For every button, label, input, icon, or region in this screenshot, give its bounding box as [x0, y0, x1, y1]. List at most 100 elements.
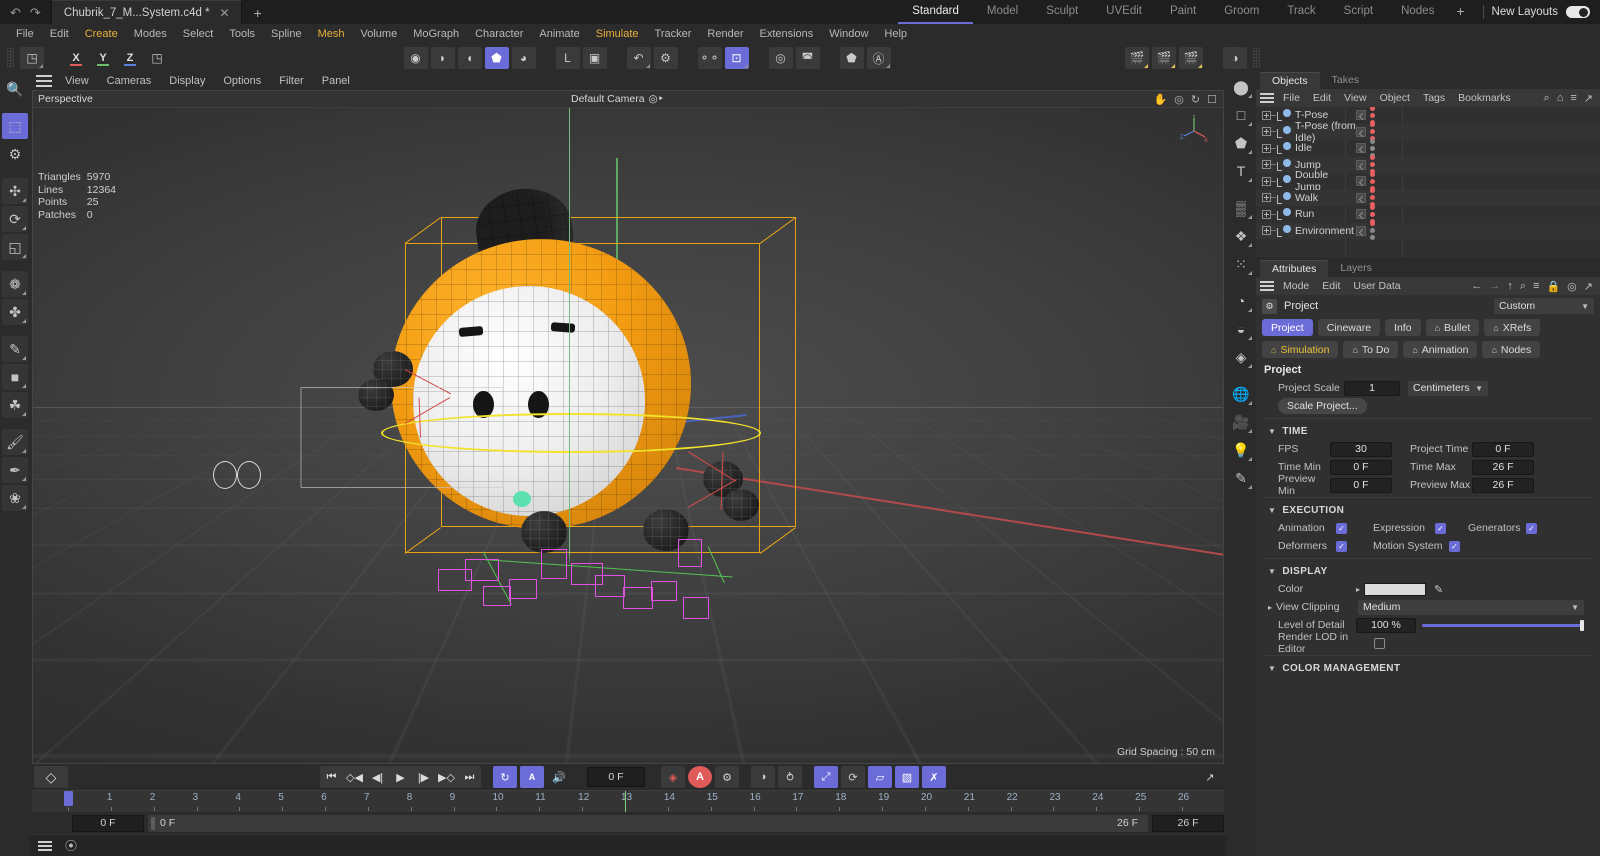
- project-time-field[interactable]: 0 F: [1472, 441, 1534, 457]
- sculpt-brush-tool[interactable]: ☘: [2, 392, 28, 418]
- object-row[interactable]: Double Jump: [1256, 169, 1600, 193]
- camera-icon[interactable]: ◎‣: [649, 93, 664, 105]
- environment-icon[interactable]: 🌐: [1228, 381, 1254, 407]
- tag-icon[interactable]: [1356, 225, 1366, 236]
- project-scale-unit-dropdown[interactable]: Centimeters ▼: [1408, 380, 1488, 396]
- keyframe-selection-button[interactable]: ⚙: [715, 766, 739, 788]
- expand-icon[interactable]: [1262, 176, 1271, 186]
- tag-icon[interactable]: [1356, 143, 1366, 154]
- menu-mesh[interactable]: Mesh: [310, 24, 353, 44]
- preset-dropdown[interactable]: Custom ▼: [1494, 298, 1594, 314]
- layout-tab-model[interactable]: Model: [973, 0, 1032, 24]
- render-region-icon[interactable]: ⬟: [839, 47, 864, 69]
- layout-tab-nodes[interactable]: Nodes: [1387, 0, 1448, 24]
- pan-icon[interactable]: ✋: [1154, 93, 1168, 106]
- dynamic-place-tool[interactable]: ❁: [2, 271, 28, 297]
- maximize-view-icon[interactable]: ☐: [1207, 93, 1217, 106]
- timeline-curve-icon[interactable]: ↗: [1198, 766, 1222, 788]
- menu-edit[interactable]: Edit: [42, 24, 77, 44]
- layout-tab-paint[interactable]: Paint: [1156, 0, 1210, 24]
- forward-arrow-icon[interactable]: →: [1489, 280, 1500, 293]
- axis-y-icon[interactable]: Y: [91, 47, 115, 69]
- world-object-axis-icon[interactable]: ◳: [145, 47, 169, 69]
- attribute-chip-to-do[interactable]: ⌂ To Do: [1343, 341, 1399, 358]
- menu-extensions[interactable]: Extensions: [751, 24, 821, 44]
- attribute-chip-simulation[interactable]: ⌂ Simulation: [1262, 341, 1339, 358]
- enable-axis-icon[interactable]: ↶: [626, 47, 651, 69]
- search-icon[interactable]: ⌕: [1520, 280, 1526, 293]
- menu-tools[interactable]: Tools: [221, 24, 263, 44]
- objects-menu-tags[interactable]: Tags: [1417, 92, 1451, 104]
- expand-icon[interactable]: [1262, 143, 1271, 153]
- attributes-menu-edit[interactable]: Edit: [1316, 280, 1346, 292]
- zoom-icon[interactable]: ◎: [1174, 93, 1184, 106]
- snap-enable-icon[interactable]: ⊡: [724, 47, 749, 69]
- solo-single-icon[interactable]: ◚: [795, 47, 820, 69]
- current-frame-field[interactable]: 0 F: [587, 767, 645, 787]
- poly-pen-tool[interactable]: ■: [2, 364, 28, 390]
- loop-playback-button[interactable]: ↻: [493, 766, 517, 788]
- move-tool[interactable]: ✣: [2, 178, 28, 204]
- key-interpolation-toggle[interactable]: ✗: [922, 766, 946, 788]
- check-circle-icon[interactable]: ⦿: [65, 837, 77, 854]
- rotation-key-button[interactable]: ⥁: [778, 766, 802, 788]
- material-sphere-icon[interactable]: ◑: [1223, 47, 1247, 69]
- preview-max-field[interactable]: 26 F: [1472, 477, 1534, 493]
- polygon-object-icon[interactable]: □: [1228, 102, 1254, 128]
- viewport-menu-filter[interactable]: Filter: [271, 75, 311, 87]
- play-button[interactable]: ▶: [389, 766, 412, 788]
- object-tree[interactable]: T-Pose T-Pose (from Idle) Idle Jump Double J…: [1256, 107, 1600, 257]
- go-to-end-button[interactable]: ⏭: [458, 766, 481, 788]
- viewport-solo-icon[interactable]: ◎: [768, 47, 793, 69]
- point-mode-icon[interactable]: ◉: [403, 47, 428, 69]
- object-row[interactable]: Environment: [1256, 221, 1600, 241]
- timeline-ruler[interactable]: 0123456789101112131415161718192021222324…: [32, 790, 1224, 812]
- expand-icon[interactable]: [1262, 193, 1271, 203]
- point-level-anim-toggle[interactable]: ▧: [895, 766, 919, 788]
- selection-settings-tool[interactable]: ⚙: [2, 141, 28, 167]
- color-management-group-header[interactable]: ▼ COLOR MANAGEMENT: [1264, 659, 1592, 677]
- time-min-field[interactable]: 0 F: [1330, 459, 1392, 475]
- mograph-cloner-icon[interactable]: ⁙: [1228, 251, 1254, 277]
- menu-simulate[interactable]: Simulate: [588, 24, 647, 44]
- menu-window[interactable]: Window: [821, 24, 876, 44]
- scale-key-toggle[interactable]: ⤢: [814, 766, 838, 788]
- material-paint-icon[interactable]: ✎: [1228, 465, 1254, 491]
- hamburger-icon[interactable]: [38, 840, 55, 851]
- chevron-right-icon[interactable]: ▸: [1268, 603, 1272, 612]
- sound-button[interactable]: 🔊: [547, 766, 571, 788]
- array-generator-icon[interactable]: ▒: [1228, 195, 1254, 221]
- layout-tab-track[interactable]: Track: [1273, 0, 1329, 24]
- pla-key-toggle[interactable]: ▱: [868, 766, 892, 788]
- viewport-menu-hamburger-icon[interactable]: [36, 75, 52, 87]
- menu-file[interactable]: File: [8, 24, 42, 44]
- menu-create[interactable]: Create: [77, 24, 126, 44]
- magnifier-tool[interactable]: 🔍: [2, 76, 28, 102]
- objects-menu-bookmarks[interactable]: Bookmarks: [1452, 92, 1517, 104]
- menu-spline[interactable]: Spline: [263, 24, 310, 44]
- position-key-button[interactable]: ◑: [751, 766, 775, 788]
- motion-system-checkbox[interactable]: ✓: [1449, 540, 1460, 552]
- subdivision-surface-icon[interactable]: ❖: [1228, 223, 1254, 249]
- expand-icon[interactable]: [1262, 110, 1271, 120]
- view-clipping-dropdown[interactable]: Medium ▼: [1358, 599, 1584, 615]
- line-cut-tool[interactable]: ✒: [2, 457, 28, 483]
- deformers-checkbox[interactable]: ✓: [1336, 540, 1347, 552]
- redo-icon[interactable]: ↷: [30, 6, 41, 19]
- undo-icon[interactable]: ↶: [10, 6, 21, 19]
- fps-field[interactable]: 30: [1330, 441, 1392, 457]
- menu-tracker[interactable]: Tracker: [647, 24, 700, 44]
- display-group-header[interactable]: ▼ DISPLAY: [1264, 562, 1592, 580]
- go-to-start-button[interactable]: ⏮: [320, 766, 343, 788]
- texture-mode-icon[interactable]: ◕: [511, 47, 536, 69]
- target-icon[interactable]: ◎: [1567, 280, 1577, 293]
- time-group-header[interactable]: ▼ TIME: [1264, 422, 1592, 440]
- time-max-field[interactable]: 26 F: [1472, 459, 1534, 475]
- autokeying-button[interactable]: A: [688, 766, 712, 788]
- objects-menu-object[interactable]: Object: [1374, 92, 1416, 104]
- chevron-right-icon[interactable]: ▸: [1356, 585, 1360, 594]
- range-handle-left[interactable]: [151, 816, 155, 830]
- go-to-previous-frame-button[interactable]: ◀|: [366, 766, 389, 788]
- time-max-field[interactable]: 26 F: [1152, 814, 1224, 832]
- attribute-chip-project[interactable]: Project: [1262, 319, 1313, 336]
